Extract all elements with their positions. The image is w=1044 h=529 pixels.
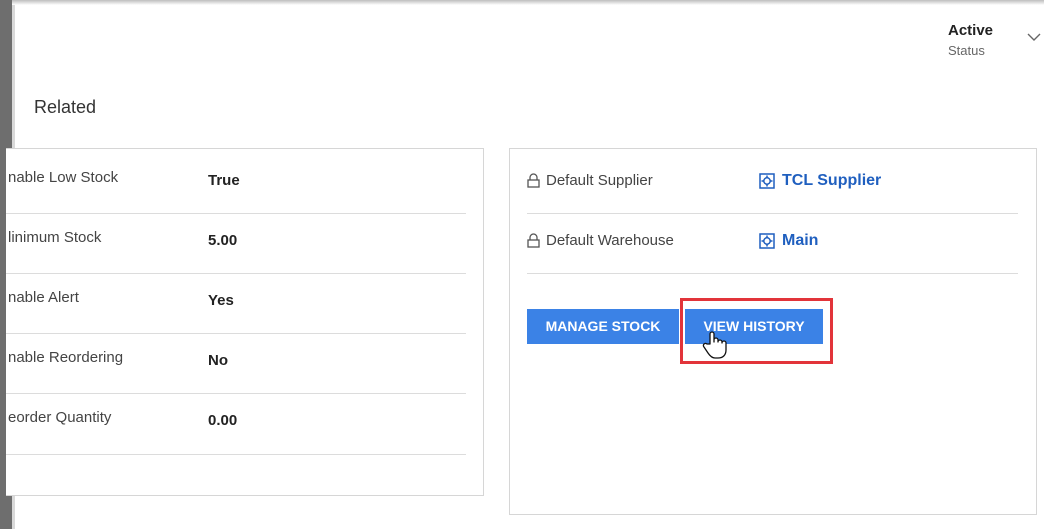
- lookup-label-text: Default Warehouse: [546, 232, 674, 249]
- default-warehouse-link-text[interactable]: Main: [782, 232, 818, 250]
- field-value[interactable]: 5.00: [208, 232, 237, 249]
- field-value[interactable]: Yes: [208, 292, 234, 309]
- status-label: Status: [948, 43, 985, 58]
- divider: [6, 213, 466, 214]
- divider: [6, 333, 466, 334]
- field-label: nable Alert: [8, 289, 79, 306]
- field-label: nable Low Stock: [8, 169, 119, 186]
- divider: [6, 393, 466, 394]
- field-value[interactable]: 0.00: [208, 412, 237, 429]
- manage-stock-button[interactable]: MANAGE STOCK: [527, 309, 679, 344]
- default-supplier-link[interactable]: TCL Supplier: [759, 172, 881, 190]
- field-label: linimum Stock: [8, 229, 102, 246]
- status-block: Active Status: [948, 22, 993, 58]
- default-warehouse-link[interactable]: Main: [759, 232, 818, 250]
- lock-icon: [527, 173, 540, 188]
- lookup-label-text: Default Supplier: [546, 172, 653, 189]
- lookup-label: Default Supplier: [527, 172, 653, 189]
- entity-icon: [759, 233, 775, 249]
- divider: [527, 273, 1018, 274]
- field-value[interactable]: True: [208, 172, 240, 189]
- lookup-label: Default Warehouse: [527, 232, 674, 249]
- default-supplier-link-text[interactable]: TCL Supplier: [782, 172, 881, 190]
- chevron-down-icon[interactable]: [1027, 32, 1041, 42]
- stock-settings-card: [6, 148, 484, 496]
- divider: [527, 213, 1018, 214]
- entity-icon: [759, 173, 775, 189]
- divider: [6, 454, 466, 455]
- divider: [6, 273, 466, 274]
- top-shadow: [12, 0, 1044, 5]
- hand-cursor-icon: [702, 331, 727, 359]
- tab-related[interactable]: Related: [34, 97, 96, 118]
- field-label: nable Reordering: [8, 349, 124, 366]
- status-value: Active: [948, 22, 994, 39]
- lock-icon: [527, 233, 540, 248]
- field-value[interactable]: No: [208, 352, 228, 369]
- field-label: eorder Quantity: [8, 409, 112, 426]
